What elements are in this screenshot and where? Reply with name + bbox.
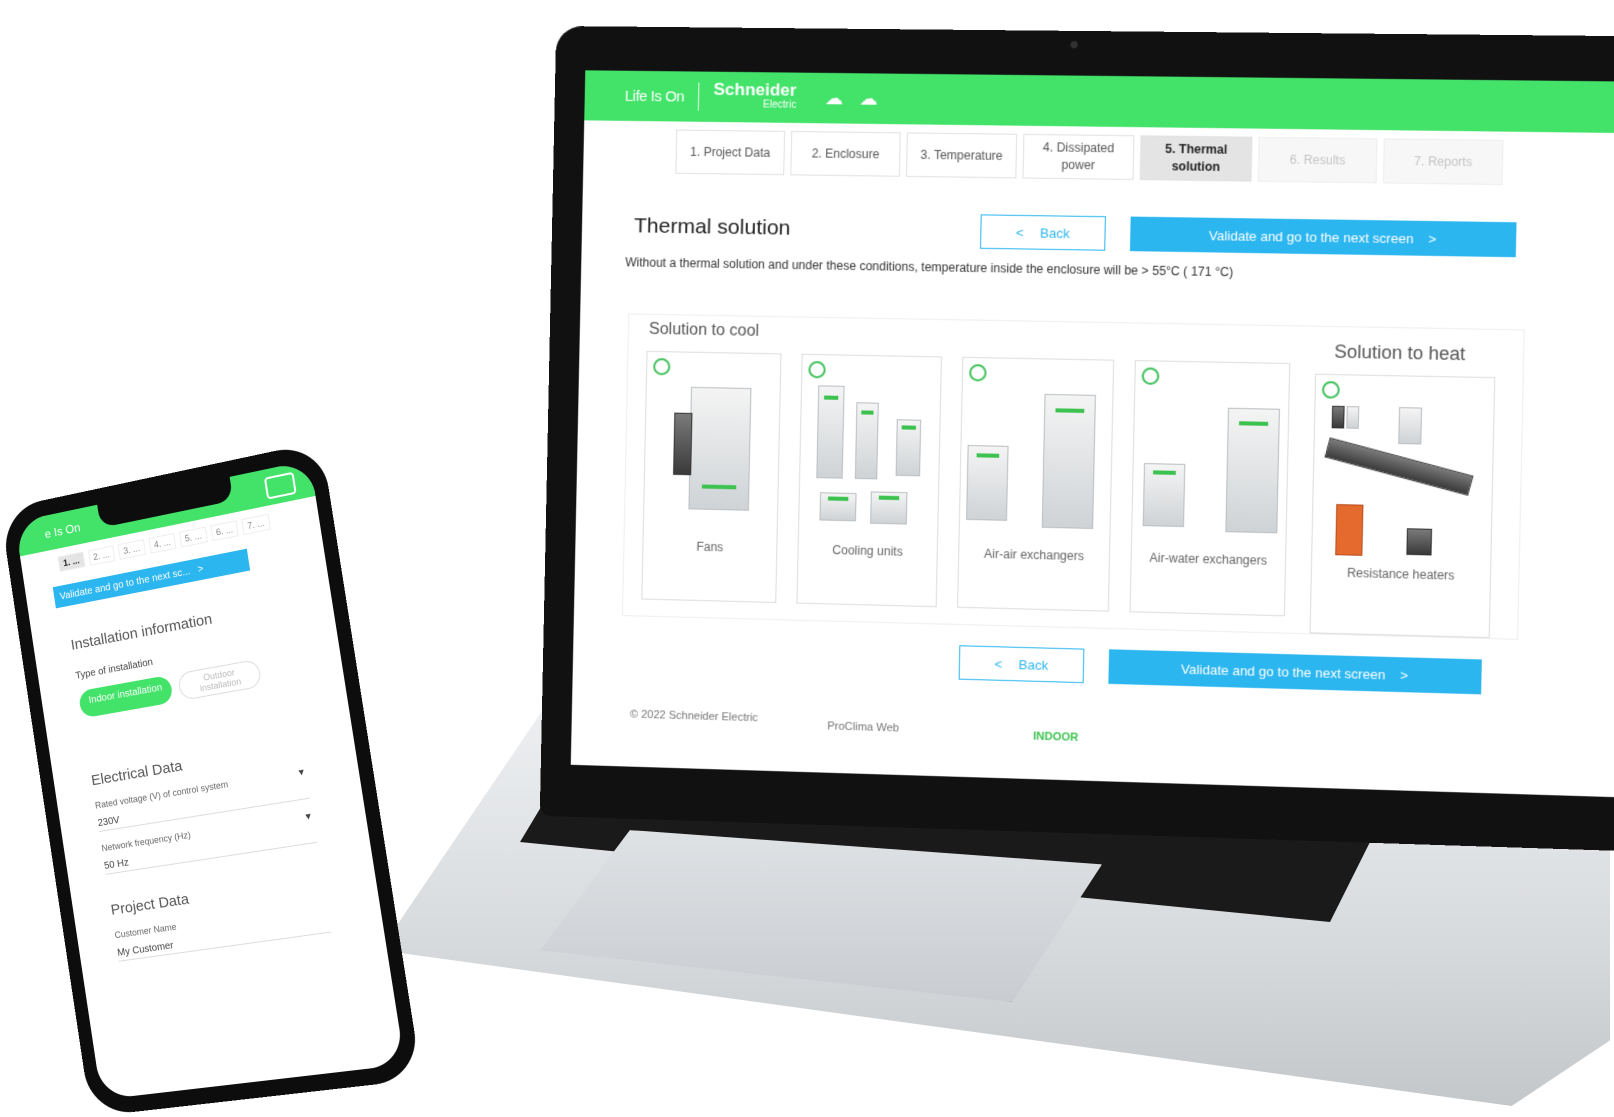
phone-step-3[interactable]: 3. ... <box>118 539 146 560</box>
solutions-panel: Solution to cool Solution to heat Fans C <box>622 313 1525 639</box>
heater-orange-image <box>1335 504 1363 556</box>
phone-step-1[interactable]: 1. ... <box>58 551 86 572</box>
cooling-unit-image-1 <box>816 385 844 478</box>
indoor-option[interactable]: Indoor installation <box>78 675 174 719</box>
heater-strip-image <box>1324 438 1473 496</box>
phone-step-7[interactable]: 7. ... <box>241 514 270 535</box>
heat-section-label: Solution to heat <box>1334 341 1466 365</box>
chevron-right-icon: > <box>1428 231 1436 247</box>
phone-step-4[interactable]: 4. ... <box>148 533 176 554</box>
validate-next-button-bottom[interactable]: Validate and go to the next screen > <box>1108 649 1481 694</box>
air-air-exchanger-image-2 <box>1042 394 1096 529</box>
cooling-unit-image-2 <box>855 402 879 479</box>
heater-image-1 <box>1332 406 1345 429</box>
schneider-logo[interactable]: Schneider Electric <box>713 82 797 113</box>
cooling-unit-image-5 <box>870 491 907 524</box>
card-label: Cooling units <box>798 542 936 560</box>
cool-section-label: Solution to cool <box>649 321 759 341</box>
chevron-left-icon: < <box>994 656 1002 671</box>
step-dissipated-power[interactable]: 4. Dissipated power <box>1022 134 1134 180</box>
chevron-down-icon: ▼ <box>296 766 306 777</box>
card-cooling-units[interactable]: Cooling units <box>796 354 941 607</box>
radio-cooling-units[interactable] <box>808 361 826 378</box>
step-project-data[interactable]: 1. Project Data <box>675 130 785 176</box>
card-air-water-exchangers[interactable]: Air-water exchangers <box>1129 360 1290 616</box>
chevron-left-icon: < <box>1016 225 1024 240</box>
page-title: Thermal solution <box>634 214 981 243</box>
customer-name-label: Customer Name <box>114 922 177 941</box>
phone: e Is On Electric 1. ... 2. ... 3. ... 4.… <box>0 441 422 1117</box>
back-button-label: Back <box>1040 225 1070 241</box>
radio-air-water-exchangers[interactable] <box>1142 367 1160 385</box>
life-is-on-logo: Life Is On <box>625 87 685 105</box>
outdoor-option[interactable]: Outdoor installation <box>177 659 262 701</box>
laptop-screen: Life Is On Schneider Electric ☁ ☁ 1. Pro… <box>571 70 1614 797</box>
air-water-exchanger-image-2 <box>1225 408 1280 534</box>
back-button-bottom[interactable]: < Back <box>959 645 1085 683</box>
back-button[interactable]: < Back <box>980 214 1106 250</box>
bottom-actions: < Back Validate and go to the next scree… <box>959 645 1482 694</box>
air-air-exchanger-image-1 <box>966 445 1009 521</box>
validate-next-label: Validate and go to the next screen <box>1181 661 1386 682</box>
back-button-label: Back <box>1018 656 1048 672</box>
fan-motor-image <box>673 413 692 476</box>
card-fans[interactable]: Fans <box>641 351 781 603</box>
cooling-unit-image-4 <box>819 492 856 521</box>
validate-next-label: Validate and go to the next screen <box>1209 227 1414 245</box>
card-label: Air-air exchangers <box>959 546 1109 564</box>
phone-screen: e Is On Electric 1. ... 2. ... 3. ... 4.… <box>15 460 405 1100</box>
camera-icon <box>1070 41 1077 48</box>
cloud-upload-icon[interactable]: ☁ <box>824 88 843 109</box>
step-results: 6. Results <box>1258 137 1378 184</box>
chevron-right-icon: > <box>1400 667 1408 683</box>
card-label: Fans <box>643 538 776 555</box>
radio-air-air-exchangers[interactable] <box>969 364 987 382</box>
phone-step-2[interactable]: 2. ... <box>87 545 115 566</box>
card-label: Air-water exchangers <box>1132 550 1286 568</box>
mode-badge: INDOOR <box>1033 730 1078 744</box>
air-water-exchanger-image-1 <box>1143 463 1186 527</box>
chevron-down-icon: ▼ <box>303 811 313 822</box>
life-is-on-logo: e Is On <box>44 520 81 541</box>
card-resistance-heaters[interactable]: Resistance heaters <box>1310 374 1496 638</box>
validate-next-button[interactable]: Validate and go to the next screen > <box>1130 217 1517 258</box>
phone-step-6[interactable]: 6. ... <box>210 520 239 541</box>
validate-next-label: Validate and go to the next sc... <box>59 566 191 602</box>
step-reports: 7. Reports <box>1383 138 1504 185</box>
heater-image-3 <box>1398 407 1422 444</box>
brand-divider <box>698 83 700 111</box>
step-enclosure[interactable]: 2. Enclosure <box>790 131 901 177</box>
heater-image-4 <box>1406 528 1432 555</box>
cloud-sync-icon[interactable]: ☁ <box>859 88 878 109</box>
cooling-unit-image-3 <box>896 419 922 476</box>
card-label: Resistance heaters <box>1312 565 1490 584</box>
fan-product-image <box>688 387 751 511</box>
copyright-text: © 2022 Schneider Electric <box>630 708 758 724</box>
heater-image-2 <box>1346 406 1359 429</box>
radio-fans[interactable] <box>653 358 670 375</box>
card-air-air-exchangers[interactable]: Air-air exchangers <box>957 357 1114 612</box>
project-section-title: Project Data <box>110 863 376 918</box>
frequency-value: 50 Hz <box>104 829 317 872</box>
laptop-lid: Life Is On Schneider Electric ☁ ☁ 1. Pro… <box>540 26 1614 851</box>
step-thermal-solution[interactable]: 5. Thermal solution <box>1140 135 1253 181</box>
radio-resistance-heaters[interactable] <box>1322 381 1340 399</box>
hamburger-menu-icon[interactable] <box>264 472 297 500</box>
footer: © 2022 Schneider Electric ProClima Web <box>630 708 758 724</box>
chevron-right-icon: > <box>197 563 204 575</box>
app-name: ProClima Web <box>827 720 949 736</box>
step-temperature[interactable]: 3. Temperature <box>906 132 1017 178</box>
phone-step-5[interactable]: 5. ... <box>179 527 208 548</box>
